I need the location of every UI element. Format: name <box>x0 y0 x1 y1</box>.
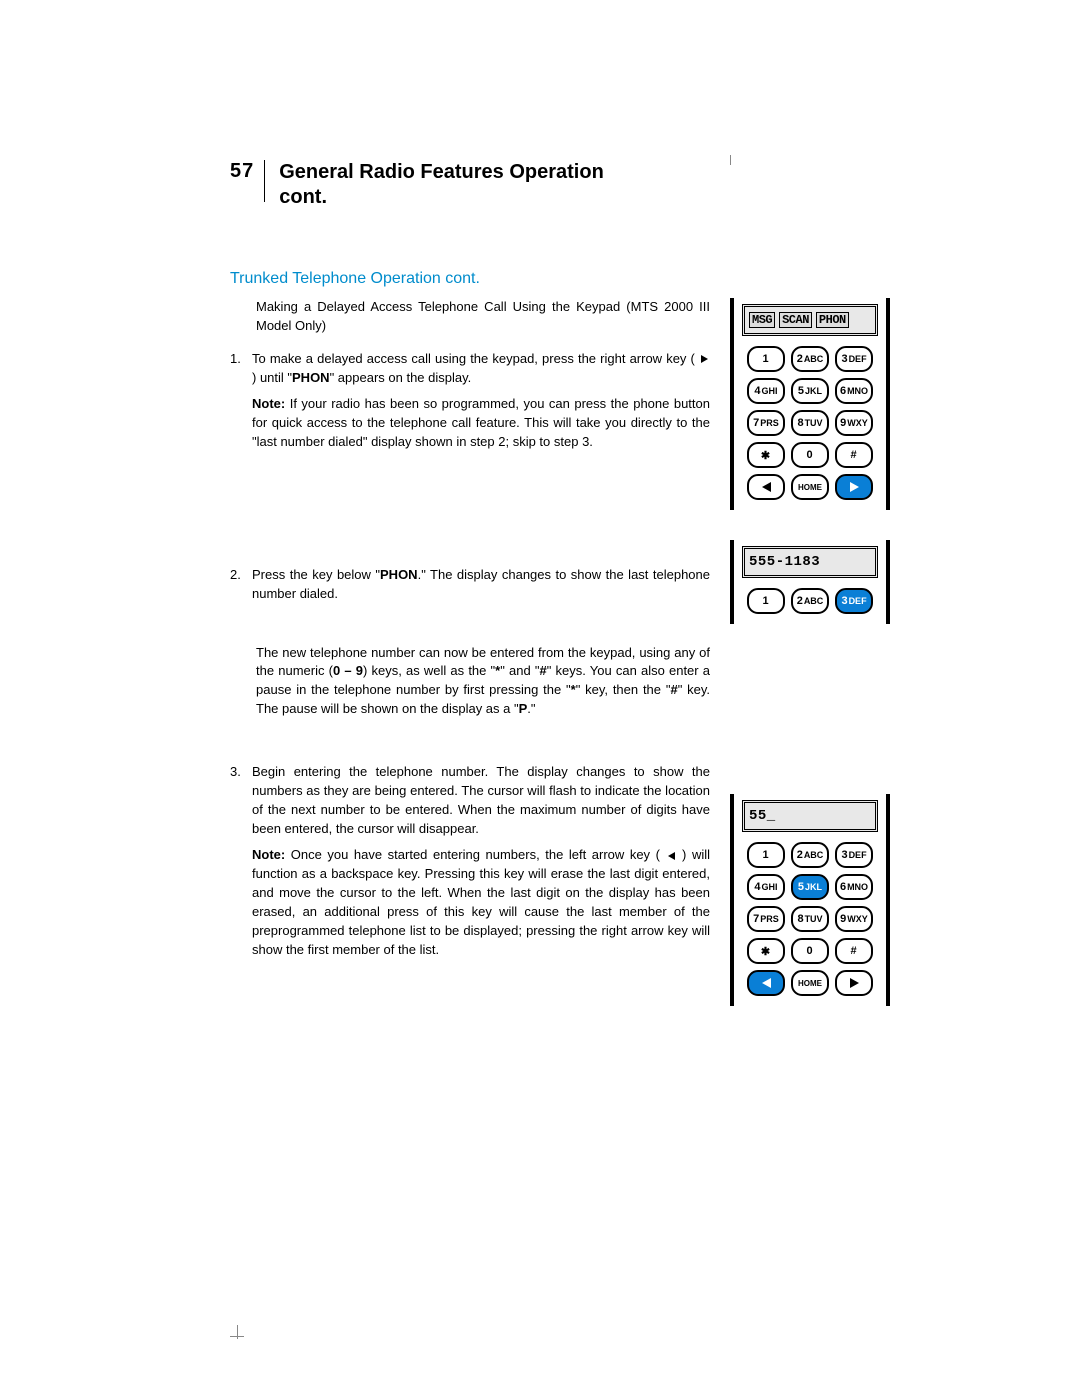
s3b: Once you have started entering numbers, … <box>285 847 665 862</box>
screen-scan: SCAN <box>779 312 812 328</box>
key-0[interactable]: 0 <box>791 442 829 468</box>
key-3[interactable]: 3DEF <box>835 346 873 372</box>
keypad-grid-1: 1 2ABC 3DEF 4GHI 5JKL 6MNO 7PRS 8TUV 9WX… <box>742 346 878 500</box>
phon-bold-2: PHON <box>380 567 418 582</box>
keypad-grid-3: 1 2ABC 3DEF 4GHI 5JKL 6MNO 7PRS 8TUV 9WX… <box>742 842 878 996</box>
s2i: ." <box>527 701 535 716</box>
key-1[interactable]: 1 <box>747 346 785 372</box>
key-0[interactable]: 0 <box>791 938 829 964</box>
keypad-device-1: MSG SCAN PHON 1 2ABC 3DEF 4GHI 5JKL 6MNO… <box>730 298 890 510</box>
text-column: Making a Delayed Access Telephone Call U… <box>230 298 710 1036</box>
key-home[interactable]: HOME <box>791 970 829 996</box>
step1-text-a: To make a delayed access call using the … <box>252 351 699 366</box>
s2e: " and " <box>500 663 539 678</box>
key-1[interactable]: 1 <box>747 588 785 614</box>
key-7[interactable]: 7PRS <box>747 410 785 436</box>
step1-text-b: ) until " <box>252 370 292 385</box>
note-label-2: Note: <box>252 847 285 862</box>
key-5[interactable]: 5JKL <box>791 378 829 404</box>
left-arrow-icon <box>762 978 771 988</box>
step2-body: Press the key below "PHON." The display … <box>252 566 710 604</box>
page-number: 57 <box>230 160 254 183</box>
key-7[interactable]: 7PRS <box>747 906 785 932</box>
key-9[interactable]: 9WXY <box>835 410 873 436</box>
intro-text: Making a Delayed Access Telephone Call U… <box>230 298 710 336</box>
lcd-screen-3: 55_ <box>742 800 878 832</box>
right-arrow-icon <box>701 355 708 363</box>
left-arrow-icon <box>668 852 675 860</box>
key-6[interactable]: 6MNO <box>835 378 873 404</box>
step1-number: 1. <box>230 350 252 452</box>
key-2[interactable]: 2ABC <box>791 588 829 614</box>
key-2[interactable]: 2ABC <box>791 842 829 868</box>
key-9[interactable]: 9WXY <box>835 906 873 932</box>
key-6[interactable]: 6MNO <box>835 874 873 900</box>
key-right-arrow[interactable] <box>835 970 873 996</box>
right-arrow-icon <box>850 482 859 492</box>
keypad-device-2: 555-1183 1 2ABC 3DEF <box>730 540 890 624</box>
key-5[interactable]: 5JKL <box>791 874 829 900</box>
key-3[interactable]: 3DEF <box>835 588 873 614</box>
section-subtitle: Trunked Telephone Operation cont. <box>230 270 890 288</box>
header-divider <box>264 160 265 202</box>
key-left-arrow[interactable] <box>747 970 785 996</box>
key-3[interactable]: 3DEF <box>835 842 873 868</box>
key-left-arrow[interactable] <box>747 474 785 500</box>
lcd-screen-2: 555-1183 <box>742 546 878 578</box>
key-8[interactable]: 8TUV <box>791 410 829 436</box>
step1-note: If your radio has been so programmed, yo… <box>252 396 710 449</box>
p-bold: P <box>519 701 528 716</box>
step1-text-c: " appears on the display. <box>330 370 472 385</box>
keypad-device-3: 55_ 1 2ABC 3DEF 4GHI 5JKL 6MNO 7PRS 8TUV… <box>730 794 890 1006</box>
key-right-arrow[interactable] <box>835 474 873 500</box>
range-bold: 0 – 9 <box>333 663 363 678</box>
key-star[interactable]: ✱ <box>747 442 785 468</box>
hash2: # <box>670 682 677 697</box>
left-arrow-icon <box>762 482 771 492</box>
title-line1: General Radio Features Operation <box>279 161 604 183</box>
right-arrow-icon <box>850 978 859 988</box>
key-home[interactable]: HOME <box>791 474 829 500</box>
key-8[interactable]: 8TUV <box>791 906 829 932</box>
key-star[interactable]: ✱ <box>747 938 785 964</box>
step2-number: 2. <box>230 566 252 604</box>
key-4[interactable]: 4GHI <box>747 874 785 900</box>
key-4[interactable]: 4GHI <box>747 378 785 404</box>
step3-body: Begin entering the telephone number. The… <box>252 763 710 959</box>
s3a: Begin entering the telephone number. The… <box>252 764 710 836</box>
s3c: ) will function as a backspace key. Pres… <box>252 847 710 956</box>
phon-bold: PHON <box>292 370 330 385</box>
key-2[interactable]: 2ABC <box>791 346 829 372</box>
keypad-column: MSG SCAN PHON 1 2ABC 3DEF 4GHI 5JKL 6MNO… <box>730 298 890 1036</box>
key-1[interactable]: 1 <box>747 842 785 868</box>
s2a: Press the key below " <box>252 567 380 582</box>
lcd-screen-1: MSG SCAN PHON <box>742 304 878 336</box>
screen-number: 555-1183 <box>749 554 820 570</box>
title-line2: cont. <box>279 186 327 208</box>
step3-number: 3. <box>230 763 252 959</box>
screen-phon: PHON <box>816 312 849 328</box>
s2g: " key, then the " <box>576 682 671 697</box>
screen-entry: 55_ <box>749 808 776 824</box>
page-header: 57 General Radio Features Operation cont… <box>230 160 890 210</box>
crop-mark-icon <box>230 1322 244 1337</box>
keypad-grid-2: 1 2ABC 3DEF <box>742 588 878 614</box>
note-label: Note: <box>252 396 285 411</box>
key-hash[interactable]: # <box>835 442 873 468</box>
s2d: ) keys, as well as the " <box>363 663 495 678</box>
hash1: # <box>539 663 546 678</box>
step1-body: To make a delayed access call using the … <box>252 350 710 452</box>
step2-para2: The new telephone number can now be ente… <box>230 644 710 719</box>
screen-msg: MSG <box>749 312 775 328</box>
page-title: General Radio Features Operation cont. <box>279 160 604 210</box>
key-hash[interactable]: # <box>835 938 873 964</box>
